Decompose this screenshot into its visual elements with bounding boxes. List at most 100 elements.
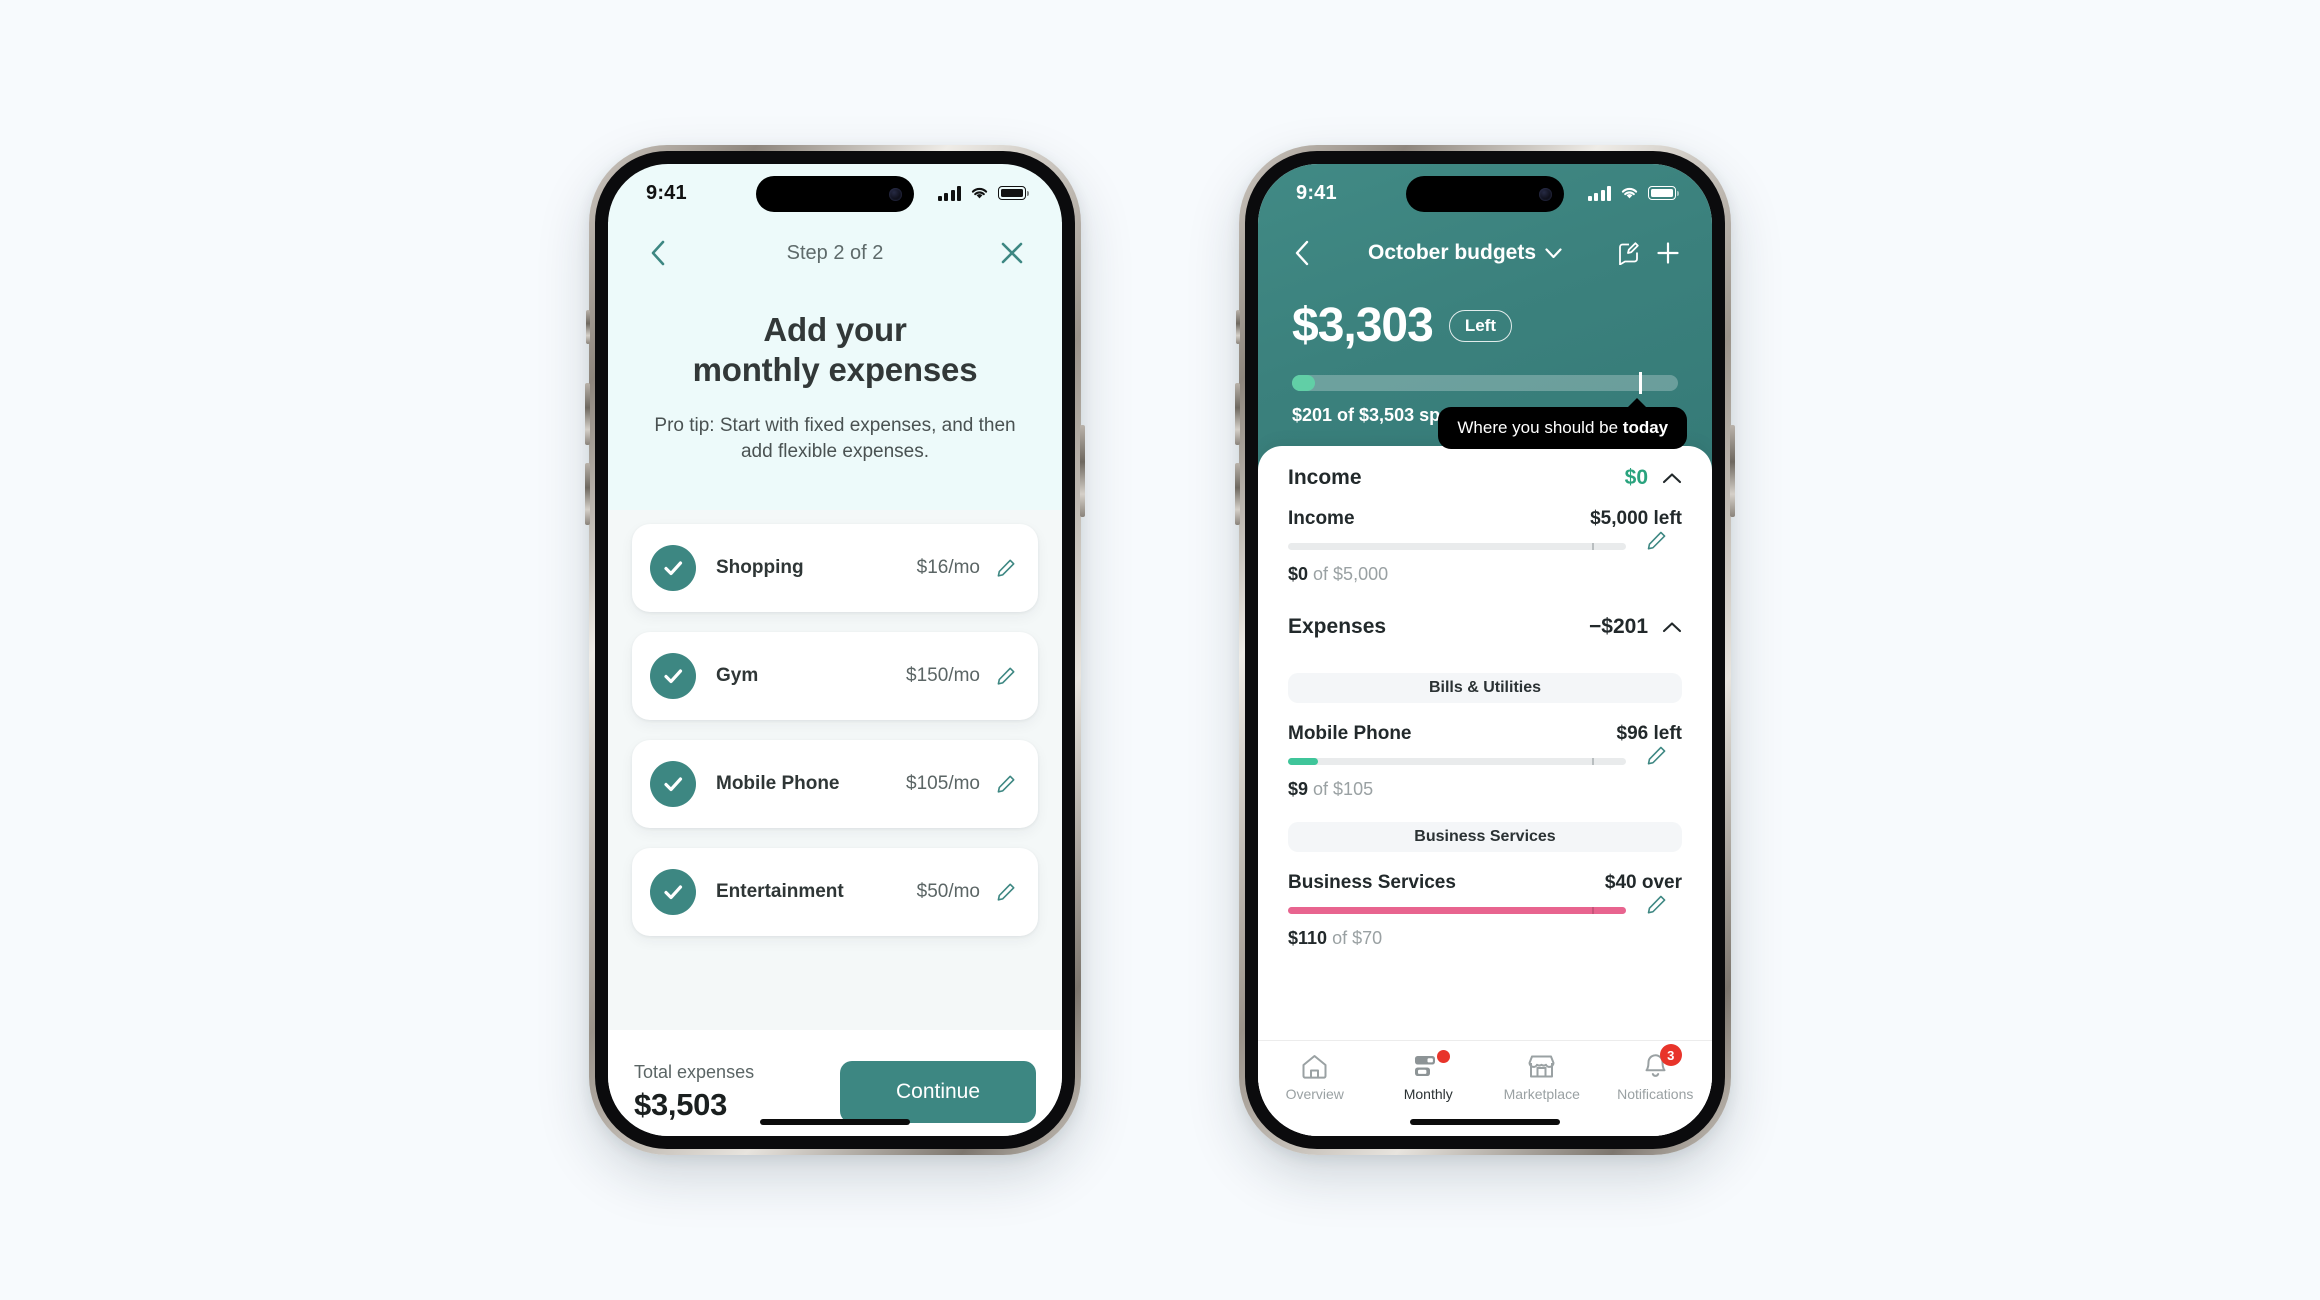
checkmark-icon[interactable]: [650, 545, 696, 592]
tab-label: Overview: [1285, 1086, 1344, 1102]
add-budget-button[interactable]: [1648, 233, 1688, 273]
notification-badge: 3: [1659, 1044, 1682, 1066]
screen-budgets: 9:41 October budgets $3,303 Left $201 of…: [1258, 164, 1712, 1136]
pencil-icon: [997, 775, 1015, 794]
home-indicator[interactable]: [1410, 1119, 1560, 1125]
today-marker: [1592, 906, 1595, 914]
checkmark-icon[interactable]: [650, 869, 696, 916]
expense-amount: $16/mo: [916, 557, 980, 579]
silent-switch[interactable]: [1236, 310, 1240, 344]
budget-row-remaining: $96 left: [1616, 723, 1682, 744]
expenses-collapse-toggle[interactable]: [1662, 621, 1682, 633]
edit-expense-button[interactable]: [996, 666, 1016, 686]
checkmark-icon[interactable]: [650, 761, 696, 808]
close-button[interactable]: [992, 233, 1032, 273]
expense-row[interactable]: Entertainment $50/mo: [632, 848, 1038, 937]
edit-expense-button[interactable]: [996, 774, 1016, 794]
phone-device-budgets: 9:41 October budgets $3,303 Left $201 of…: [1235, 145, 1735, 1155]
tab-monthly[interactable]: Monthly: [1372, 1050, 1486, 1102]
chevron-left-icon: [651, 240, 665, 266]
tab-overview[interactable]: Overview: [1258, 1053, 1372, 1102]
edit-expense-button[interactable]: [996, 558, 1016, 578]
wifi-icon: [1621, 187, 1638, 199]
tab-label: Marketplace: [1503, 1086, 1580, 1102]
checkmark-icon[interactable]: [650, 653, 696, 700]
back-button[interactable]: [1282, 233, 1322, 273]
month-selector[interactable]: October budgets: [1322, 241, 1608, 265]
pencil-icon: [1647, 895, 1666, 914]
volume-down-button[interactable]: [585, 463, 590, 525]
budget-row-mobile-phone[interactable]: Mobile Phone $96 left $9 of $105: [1258, 719, 1712, 802]
income-collapse-toggle[interactable]: [1662, 472, 1682, 484]
balance-status-badge: Left: [1448, 309, 1512, 342]
expense-list[interactable]: Shopping $16/mo Gym $150/mo Mobile Phone…: [608, 510, 1062, 1030]
budget-row-spent: $110: [1288, 928, 1328, 948]
expenses-section-amount: −$201: [1589, 615, 1648, 638]
expenses-section-header[interactable]: Expenses −$201: [1258, 587, 1712, 653]
total-expenses-block: Total expenses $3,503: [634, 1062, 754, 1123]
plus-icon: [1657, 242, 1679, 264]
tab-notifications[interactable]: 3 Notifications: [1599, 1044, 1713, 1102]
volume-down-button[interactable]: [1235, 463, 1240, 525]
status-indicators: [937, 185, 1030, 201]
volume-up-button[interactable]: [585, 383, 590, 445]
budget-row-total: of $105: [1308, 779, 1374, 799]
budget-row-business-services[interactable]: Business Services $40 over $110 of $70: [1258, 868, 1712, 951]
edit-budget-row-button[interactable]: [1646, 530, 1682, 551]
pencil-icon: [997, 559, 1015, 578]
pencil-icon: [997, 883, 1015, 902]
pencil-icon: [1647, 746, 1666, 765]
month-selector-label: October budgets: [1367, 241, 1536, 264]
tab-label: Monthly: [1403, 1086, 1453, 1102]
volume-up-button[interactable]: [1235, 383, 1240, 445]
budget-row-name: Mobile Phone: [1288, 723, 1412, 744]
budget-row-income[interactable]: Income $5,000 left $0 of $5,000: [1258, 504, 1712, 587]
expense-row[interactable]: Shopping $16/mo: [632, 524, 1038, 613]
phone-bezel: 9:41: [1245, 151, 1725, 1149]
power-button[interactable]: [1730, 425, 1735, 517]
category-chip-business: Business Services: [1288, 822, 1682, 852]
home-indicator[interactable]: [760, 1119, 910, 1125]
dynamic-island: [756, 176, 914, 212]
balance-row: $3,303 Left: [1292, 298, 1678, 353]
edit-budget-button[interactable]: [1608, 233, 1648, 273]
budget-row-subtext: $110 of $70: [1288, 928, 1682, 949]
budget-row-top: Business Services $40 over: [1288, 872, 1682, 894]
tab-icon-wrap: 3: [1643, 1044, 1682, 1079]
today-tooltip: Where you should be today: [1438, 398, 1688, 449]
signal-bars-icon: [1587, 185, 1611, 201]
edit-budget-row-button[interactable]: [1646, 894, 1682, 915]
unread-dot: [1437, 1050, 1451, 1063]
category-chip-bills: Bills & Utilities: [1288, 673, 1682, 703]
budget-row-fill: [1288, 906, 1626, 914]
expense-row[interactable]: Gym $150/mo: [632, 632, 1038, 721]
income-section-header[interactable]: Income $0: [1258, 446, 1712, 504]
income-section-title: Income: [1288, 466, 1362, 489]
status-indicators: [1587, 185, 1680, 201]
chevron-up-icon: [1662, 622, 1682, 633]
today-marker: [1639, 372, 1642, 394]
budget-sheet: Income $0 Income $5,000 left $0 of $5,00…: [1258, 446, 1712, 1136]
budget-row-spent: $9: [1288, 779, 1309, 799]
edit-expense-button[interactable]: [996, 882, 1016, 902]
expense-name: Shopping: [716, 557, 804, 579]
bar-spacer: [1626, 530, 1682, 551]
pencil-icon: [1647, 531, 1666, 550]
overall-progress-fill: [1292, 375, 1316, 391]
tab-marketplace[interactable]: Marketplace: [1485, 1053, 1599, 1102]
back-button[interactable]: [638, 233, 678, 273]
chevron-up-icon: [1662, 473, 1682, 484]
wifi-icon: [971, 187, 988, 199]
expense-row[interactable]: Mobile Phone $105/mo: [632, 740, 1038, 829]
continue-button[interactable]: Continue: [840, 1061, 1036, 1123]
page-title-line-1: Add your: [763, 311, 907, 348]
home-icon: [1302, 1054, 1327, 1079]
expense-amount: $50/mo: [916, 881, 980, 903]
edit-budget-row-button[interactable]: [1646, 745, 1682, 766]
budget-row-spent: $0: [1288, 564, 1309, 584]
close-x-icon: [1001, 242, 1023, 264]
silent-switch[interactable]: [586, 310, 590, 344]
front-camera-icon: [889, 187, 902, 201]
budget-row-top: Income $5,000 left: [1288, 508, 1682, 530]
power-button[interactable]: [1080, 425, 1085, 517]
